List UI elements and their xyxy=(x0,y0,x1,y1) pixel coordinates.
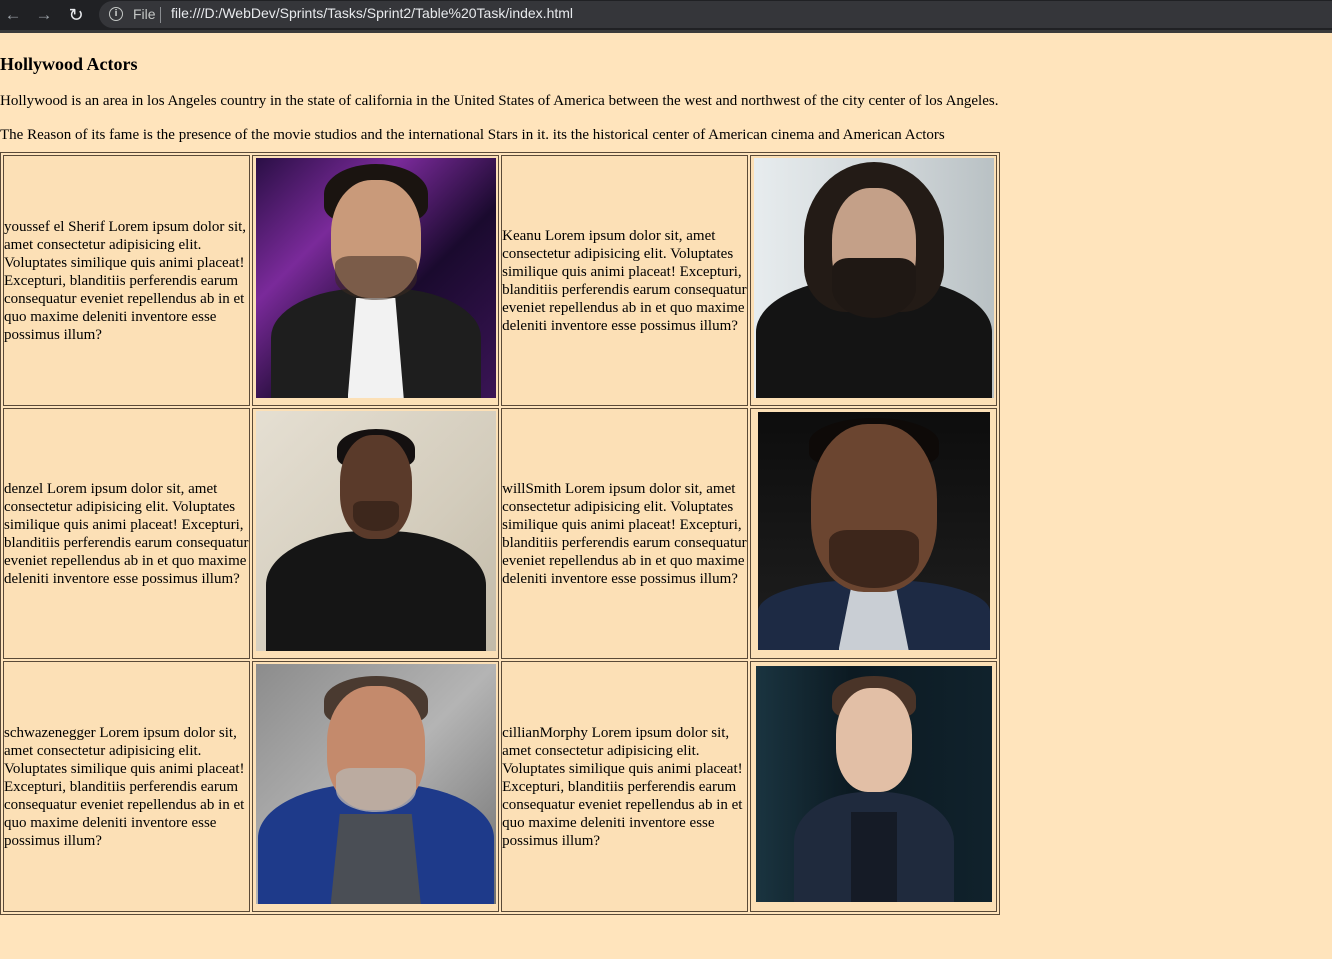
cillian-murphy-photo xyxy=(755,666,992,902)
actor-photo-cell xyxy=(750,155,997,406)
actor-description: youssef el Sherif Lorem ipsum dolor sit,… xyxy=(3,155,251,406)
actor-description: Keanu Lorem ipsum dolor sit, amet consec… xyxy=(501,155,749,406)
actor-description: cillianMorphy Lorem ipsum dolor sit, ame… xyxy=(501,661,749,912)
actor-photo-cell xyxy=(252,155,500,406)
actor-photo-cell xyxy=(750,408,997,659)
actor-description: schwazenegger Lorem ipsum dolor sit, ame… xyxy=(3,661,251,912)
actor-photo-cell xyxy=(252,661,500,912)
table-row: denzel Lorem ipsum dolor sit, amet conse… xyxy=(3,408,997,659)
actor-description: denzel Lorem ipsum dolor sit, amet conse… xyxy=(3,408,251,659)
actor-photo-cell xyxy=(252,408,500,659)
keanu-photo xyxy=(753,158,994,398)
page-content: Hollywood Actors Hollywood is an area in… xyxy=(0,53,1332,915)
info-icon[interactable]: i xyxy=(109,7,123,21)
intro-paragraph: Hollywood is an area in los Angeles coun… xyxy=(0,93,999,109)
forward-arrow-icon[interactable]: → xyxy=(33,4,55,26)
denzel-photo xyxy=(255,411,496,651)
page-title: Hollywood Actors xyxy=(0,54,138,74)
fame-paragraph: The Reason of its fame is the presence o… xyxy=(0,127,945,143)
youssef-el-sherif-photo xyxy=(255,158,496,398)
reload-icon[interactable]: ↻ xyxy=(65,4,87,26)
address-bar[interactable]: i File file:///D:/WebDev/Sprints/Tasks/S… xyxy=(99,1,1332,28)
actors-table: youssef el Sherif Lorem ipsum dolor sit,… xyxy=(0,152,1000,915)
browser-toolbar: ← → ↻ i File file:///D:/WebDev/Sprints/T… xyxy=(0,0,1332,30)
toolbar-divider xyxy=(0,30,1332,33)
schwarzenegger-photo xyxy=(255,664,496,904)
actor-photo-cell xyxy=(750,661,997,912)
table-row: youssef el Sherif Lorem ipsum dolor sit,… xyxy=(3,155,997,406)
back-arrow-icon[interactable]: ← xyxy=(2,4,24,26)
url-text[interactable]: file:///D:/WebDev/Sprints/Tasks/Sprint2/… xyxy=(171,5,573,21)
address-separator xyxy=(160,7,161,23)
actor-description: willSmith Lorem ipsum dolor sit, amet co… xyxy=(501,408,749,659)
file-label: File xyxy=(133,6,156,22)
table-row: schwazenegger Lorem ipsum dolor sit, ame… xyxy=(3,661,997,912)
will-smith-photo xyxy=(757,412,990,650)
